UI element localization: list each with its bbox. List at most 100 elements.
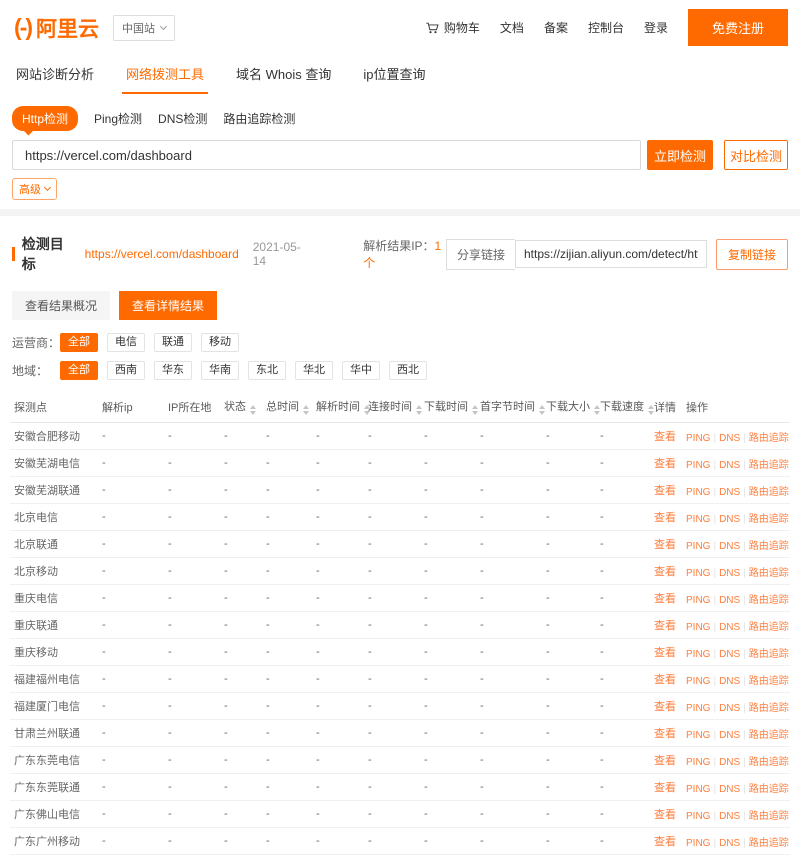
nav-tab-0[interactable]: 网站诊断分析 <box>12 56 98 94</box>
detail-link[interactable]: 查看 <box>654 836 676 848</box>
action-link-路由追踪[interactable]: 路由追踪 <box>749 811 789 822</box>
header-link-4[interactable]: 登录 <box>644 19 668 36</box>
header-link-1[interactable]: 文档 <box>500 19 524 36</box>
detail-link[interactable]: 查看 <box>654 782 676 794</box>
action-link-dns[interactable]: DNS <box>719 541 740 552</box>
action-link-ping[interactable]: PING <box>686 433 710 444</box>
filter-0-option-2[interactable]: 联通 <box>154 333 192 352</box>
action-link-路由追踪[interactable]: 路由追踪 <box>749 838 789 849</box>
action-link-路由追踪[interactable]: 路由追踪 <box>749 730 789 741</box>
action-link-dns[interactable]: DNS <box>719 649 740 660</box>
nav-tab-2[interactable]: 域名 Whois 查询 <box>232 56 335 94</box>
aliyun-logo[interactable]: (-) 阿里云 <box>14 13 99 43</box>
view-tab-1[interactable]: 查看详情结果 <box>119 291 217 320</box>
filter-1-option-0[interactable]: 全部 <box>60 361 98 380</box>
nav-tab-1[interactable]: 网络拨测工具 <box>122 56 208 94</box>
action-link-路由追踪[interactable]: 路由追踪 <box>749 514 789 525</box>
column-header-4[interactable]: 总时间 <box>262 391 312 423</box>
detail-link[interactable]: 查看 <box>654 593 676 605</box>
action-link-路由追踪[interactable]: 路由追踪 <box>749 784 789 795</box>
action-link-路由追踪[interactable]: 路由追踪 <box>749 676 789 687</box>
action-link-路由追踪[interactable]: 路由追踪 <box>749 757 789 768</box>
detail-link[interactable]: 查看 <box>654 674 676 686</box>
action-link-ping[interactable]: PING <box>686 487 710 498</box>
column-header-6[interactable]: 连接时间 <box>364 391 420 423</box>
filter-0-option-3[interactable]: 移动 <box>201 333 239 352</box>
action-link-ping[interactable]: PING <box>686 730 710 741</box>
column-header-3[interactable]: 状态 <box>220 391 262 423</box>
action-link-dns[interactable]: DNS <box>719 757 740 768</box>
detail-link[interactable]: 查看 <box>654 431 676 443</box>
action-link-ping[interactable]: PING <box>686 568 710 579</box>
action-link-ping[interactable]: PING <box>686 784 710 795</box>
action-link-dns[interactable]: DNS <box>719 811 740 822</box>
cart-link[interactable]: 购物车 <box>425 19 480 36</box>
action-link-ping[interactable]: PING <box>686 541 710 552</box>
action-link-ping[interactable]: PING <box>686 622 710 633</box>
copy-link-button[interactable]: 复制链接 <box>716 239 788 270</box>
detail-link[interactable]: 查看 <box>654 458 676 470</box>
detail-link[interactable]: 查看 <box>654 539 676 551</box>
action-link-路由追踪[interactable]: 路由追踪 <box>749 649 789 660</box>
action-link-ping[interactable]: PING <box>686 595 710 606</box>
detail-link[interactable]: 查看 <box>654 809 676 821</box>
action-link-ping[interactable]: PING <box>686 838 710 849</box>
action-link-dns[interactable]: DNS <box>719 784 740 795</box>
filter-1-option-1[interactable]: 西南 <box>107 361 145 380</box>
action-link-路由追踪[interactable]: 路由追踪 <box>749 541 789 552</box>
detail-link[interactable]: 查看 <box>654 755 676 767</box>
action-link-ping[interactable]: PING <box>686 676 710 687</box>
action-link-路由追踪[interactable]: 路由追踪 <box>749 433 789 444</box>
sub-tab-0[interactable]: Http检测 <box>12 106 78 131</box>
detail-link[interactable]: 查看 <box>654 485 676 497</box>
view-tab-0[interactable]: 查看结果概况 <box>12 291 110 320</box>
action-link-ping[interactable]: PING <box>686 514 710 525</box>
action-link-dns[interactable]: DNS <box>719 703 740 714</box>
action-link-dns[interactable]: DNS <box>719 568 740 579</box>
action-link-路由追踪[interactable]: 路由追踪 <box>749 595 789 606</box>
action-link-dns[interactable]: DNS <box>719 433 740 444</box>
action-link-ping[interactable]: PING <box>686 649 710 660</box>
column-header-8[interactable]: 首字节时间 <box>476 391 542 423</box>
column-header-10[interactable]: 下载速度 <box>596 391 650 423</box>
nav-tab-3[interactable]: ip位置查询 <box>359 56 429 94</box>
detail-link[interactable]: 查看 <box>654 728 676 740</box>
register-button[interactable]: 免费注册 <box>688 9 788 46</box>
filter-1-option-6[interactable]: 华中 <box>342 361 380 380</box>
action-link-路由追踪[interactable]: 路由追踪 <box>749 622 789 633</box>
action-link-路由追踪[interactable]: 路由追踪 <box>749 568 789 579</box>
action-link-ping[interactable]: PING <box>686 703 710 714</box>
action-link-dns[interactable]: DNS <box>719 514 740 525</box>
action-link-ping[interactable]: PING <box>686 460 710 471</box>
column-header-5[interactable]: 解析时间 <box>312 391 364 423</box>
action-link-路由追踪[interactable]: 路由追踪 <box>749 460 789 471</box>
advanced-toggle[interactable]: 高级 <box>12 178 57 200</box>
action-link-dns[interactable]: DNS <box>719 730 740 741</box>
filter-1-option-3[interactable]: 华南 <box>201 361 239 380</box>
sub-tab-3[interactable]: 路由追踪检测 <box>223 110 295 127</box>
header-link-2[interactable]: 备案 <box>544 19 568 36</box>
action-link-路由追踪[interactable]: 路由追踪 <box>749 487 789 498</box>
compare-button[interactable]: 对比检测 <box>724 140 788 170</box>
filter-1-option-2[interactable]: 华东 <box>154 361 192 380</box>
filter-0-option-1[interactable]: 电信 <box>107 333 145 352</box>
url-input[interactable] <box>12 140 641 170</box>
action-link-dns[interactable]: DNS <box>719 487 740 498</box>
filter-0-option-0[interactable]: 全部 <box>60 333 98 352</box>
filter-1-option-5[interactable]: 华北 <box>295 361 333 380</box>
column-header-9[interactable]: 下载大小 <box>542 391 596 423</box>
detect-button[interactable]: 立即检测 <box>647 140 713 170</box>
column-header-7[interactable]: 下载时间 <box>420 391 476 423</box>
share-link-input[interactable] <box>515 240 707 268</box>
sub-tab-1[interactable]: Ping检测 <box>94 110 142 127</box>
action-link-ping[interactable]: PING <box>686 757 710 768</box>
action-link-dns[interactable]: DNS <box>719 676 740 687</box>
region-selector[interactable]: 中国站 <box>113 15 175 41</box>
action-link-dns[interactable]: DNS <box>719 622 740 633</box>
action-link-dns[interactable]: DNS <box>719 838 740 849</box>
detail-link[interactable]: 查看 <box>654 512 676 524</box>
filter-1-option-4[interactable]: 东北 <box>248 361 286 380</box>
target-url-link[interactable]: https://vercel.com/dashboard <box>85 247 239 261</box>
sub-tab-2[interactable]: DNS检测 <box>158 110 207 127</box>
action-link-ping[interactable]: PING <box>686 811 710 822</box>
